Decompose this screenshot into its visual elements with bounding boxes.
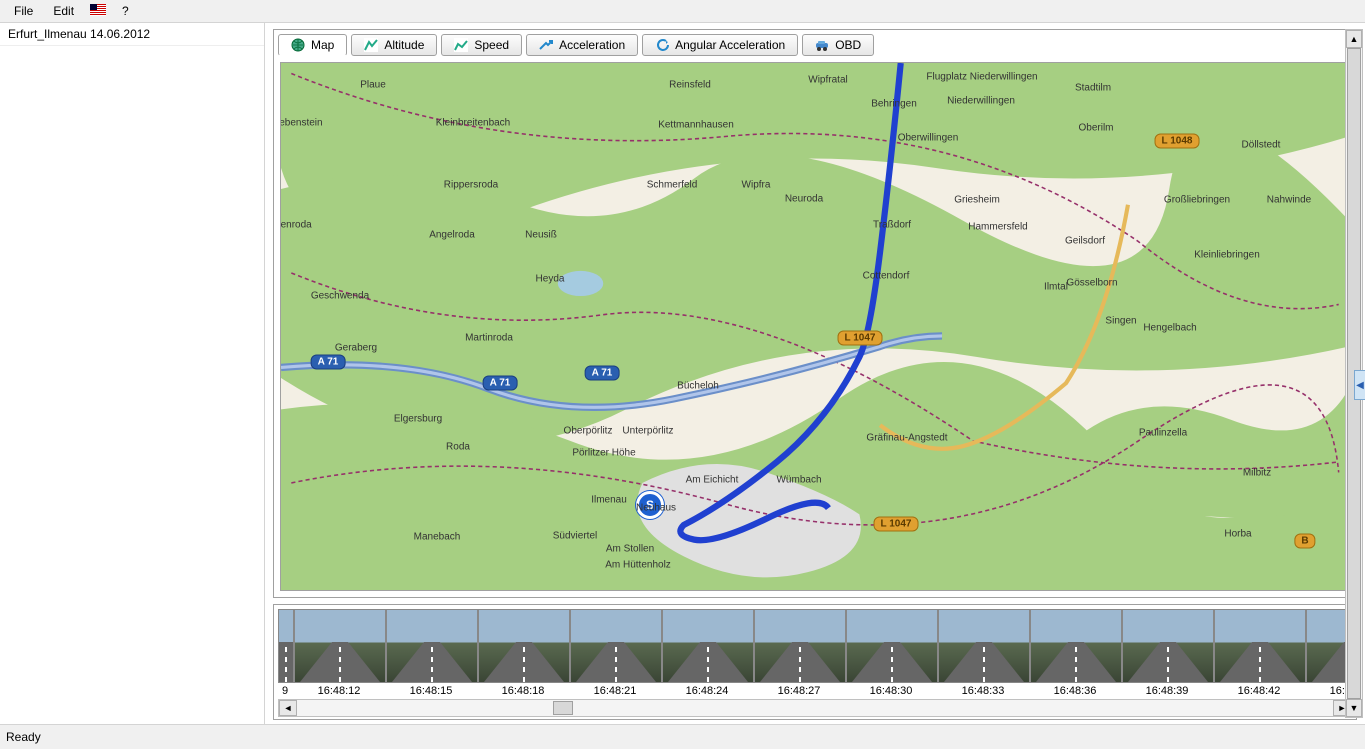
thumb-image [570,609,662,683]
road-shield: A 71 [311,355,346,370]
video-thumb[interactable]: 16:48:27 [754,609,844,697]
thumb-timestamp: 16:48:33 [938,685,1028,697]
video-thumb[interactable]: 16:48:18 [478,609,568,697]
road-shield: B [1294,534,1315,549]
tab-obd[interactable]: OBD [802,34,874,56]
altitude-icon [364,38,378,52]
thumb-image [938,609,1030,683]
thumb-image [386,609,478,683]
thumbnails-row: 916:48:1216:48:1516:48:1816:48:2116:48:2… [278,609,1352,697]
locale-icon[interactable] [84,2,112,21]
thumb-image [754,609,846,683]
thumb-image [846,609,938,683]
tab-label: Angular Acceleration [675,38,785,52]
thumb-image [1122,609,1214,683]
accel-icon [539,38,553,52]
tab-label: Acceleration [559,38,625,52]
menu-edit[interactable]: Edit [43,2,84,20]
tab-label: Altitude [384,38,424,52]
tab-speed[interactable]: Speed [441,34,522,56]
thumbnails-scrollbar[interactable]: ◄ ► [278,699,1352,717]
tab-acceleration[interactable]: Acceleration [526,34,638,56]
trip-item[interactable]: Erfurt_Ilmenau 14.06.2012 [0,23,264,46]
status-bar: Ready [0,724,1365,749]
thumb-timestamp: 16:48:12 [294,685,384,697]
thumb-timestamp: 9 [278,685,292,697]
start-marker[interactable]: S [636,491,664,519]
road-shield: A 71 [585,366,620,381]
video-thumb[interactable]: 16:48:24 [662,609,752,697]
main-panel: Map Altitude Speed Acceleration [265,23,1365,724]
scroll-up-button[interactable]: ▲ [1346,30,1362,48]
thumb-timestamp: 16:48:36 [1030,685,1120,697]
tab-angular-acceleration[interactable]: Angular Acceleration [642,34,798,56]
trip-sidebar: Erfurt_Ilmenau 14.06.2012 [0,23,265,724]
video-thumb[interactable]: 16:48:36 [1030,609,1120,697]
thumb-timestamp: 16:48:21 [570,685,660,697]
globe-icon [291,38,305,52]
tab-label: Speed [474,38,509,52]
road-shield: L 1048 [1155,134,1200,149]
menu-bar: File Edit ? [0,0,1365,23]
tabstrip: Map Altitude Speed Acceleration [274,30,1356,56]
tab-label: Map [311,38,334,52]
scroll-thumb[interactable] [553,701,573,715]
video-thumb[interactable]: 16:48:21 [570,609,660,697]
road-shield: L 1047 [874,517,919,532]
road-shield: L 1047 [838,331,883,346]
map-tabs-panel: Map Altitude Speed Acceleration [273,29,1357,598]
thumb-timestamp: 16:48:39 [1122,685,1212,697]
thumb-timestamp: 16:48:30 [846,685,936,697]
video-thumb[interactable]: 16:48:15 [386,609,476,697]
thumb-timestamp: 16:48:15 [386,685,476,697]
thumb-timestamp: 16:48:42 [1214,685,1304,697]
tab-altitude[interactable]: Altitude [351,34,437,56]
video-thumb[interactable]: 16:48:42 [1214,609,1304,697]
status-text: Ready [6,730,41,744]
thumb-timestamp: 16:48:27 [754,685,844,697]
angular-icon [655,38,669,52]
thumb-timestamp: 16:48:18 [478,685,568,697]
thumb-image [1214,609,1306,683]
speed-icon [454,38,468,52]
video-thumb[interactable]: 16:48:12 [294,609,384,697]
content-area: Erfurt_Ilmenau 14.06.2012 Map Altitude S… [0,23,1365,724]
video-thumb[interactable]: 16:48:39 [1122,609,1212,697]
menu-file[interactable]: File [4,2,43,20]
app-window: File Edit ? Erfurt_Ilmenau 14.06.2012 Ma… [0,0,1365,749]
scroll-down-button[interactable]: ▼ [1346,699,1362,717]
reveal-right-panel[interactable]: ◀ [1354,370,1365,400]
thumb-timestamp: 16:48:24 [662,685,752,697]
video-thumb[interactable]: 9 [278,609,292,697]
thumb-image [278,609,294,683]
thumb-image [662,609,754,683]
map-canvas[interactable]: S PlaueReinsfeldWipfratalBehringenNieder… [280,62,1350,591]
thumb-image [478,609,570,683]
video-thumb[interactable]: 16:48:30 [846,609,936,697]
tab-map[interactable]: Map [278,34,347,56]
road-shield: A 71 [483,376,518,391]
tab-label: OBD [835,38,861,52]
thumb-image [1030,609,1122,683]
thumb-image [294,609,386,683]
scroll-left-button[interactable]: ◄ [279,700,297,716]
thumbnails-panel: 916:48:1216:48:1516:48:1816:48:2116:48:2… [273,604,1357,720]
menu-help[interactable]: ? [112,2,139,20]
video-thumb[interactable]: 16:48:33 [938,609,1028,697]
obd-icon [815,38,829,52]
